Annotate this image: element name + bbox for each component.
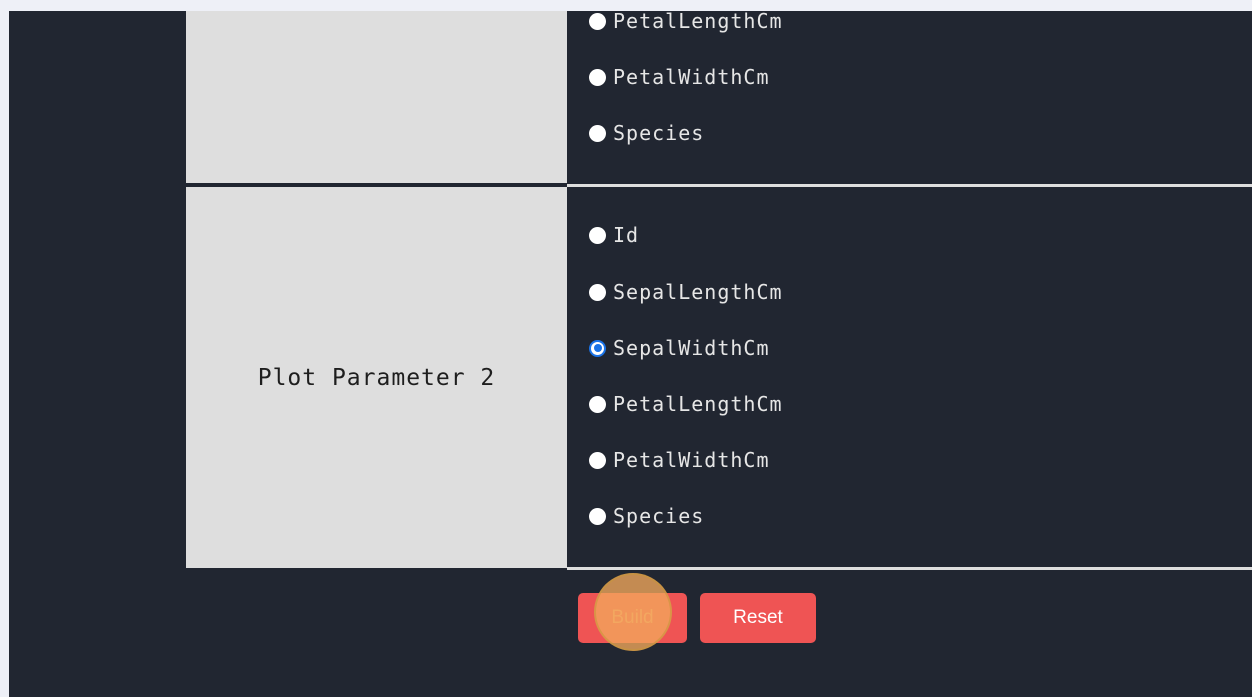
radio-button[interactable] [589, 451, 606, 469]
app-container: PetalLengthCm PetalWidthCm Species Plot … [9, 11, 1252, 697]
param1-option-petalwidthcm[interactable]: PetalWidthCm [589, 67, 770, 87]
radio-button[interactable] [589, 68, 606, 86]
radio-button[interactable] [589, 226, 606, 244]
reset-button[interactable]: Reset [700, 593, 816, 643]
build-button[interactable]: Build [578, 593, 687, 643]
option-label: PetalLengthCm [613, 11, 783, 33]
row-divider-dark [186, 183, 567, 186]
plot-parameter-1-options: PetalLengthCm PetalWidthCm Species [567, 11, 1252, 184]
option-label: Species [613, 121, 705, 145]
radio-button[interactable] [589, 395, 606, 413]
option-label: PetalWidthCm [613, 65, 770, 89]
plot-parameter-2-label: Plot Parameter 2 [186, 187, 567, 568]
param2-option-sepalwidthcm[interactable]: SepalWidthCm [589, 338, 770, 358]
plot-parameter-1-label-cell [186, 11, 567, 184]
param2-option-petalwidthcm[interactable]: PetalWidthCm [589, 450, 770, 470]
radio-button[interactable] [589, 124, 606, 142]
param2-option-species[interactable]: Species [589, 506, 704, 526]
radio-button[interactable] [589, 507, 606, 525]
plot-parameter-1-row: PetalLengthCm PetalWidthCm Species [186, 11, 1252, 184]
param2-option-id[interactable]: Id [589, 225, 639, 245]
plot-parameter-2-row: Plot Parameter 2 Id SepalLengthCm SepalW… [186, 187, 1252, 568]
param1-option-species[interactable]: Species [589, 123, 704, 143]
option-label: Id [613, 223, 640, 247]
radio-button-selected[interactable] [589, 339, 606, 357]
param2-option-petallengthcm[interactable]: PetalLengthCm [589, 394, 783, 414]
param2-option-sepallengthcm[interactable]: SepalLengthCm [589, 282, 783, 302]
param1-option-petallengthcm[interactable]: PetalLengthCm [589, 11, 783, 31]
option-label: SepalLengthCm [613, 280, 783, 304]
row-divider-bottom [567, 567, 1252, 570]
radio-button[interactable] [589, 283, 606, 301]
option-label: Species [613, 504, 705, 528]
radio-button[interactable] [589, 12, 606, 30]
option-label: SepalWidthCm [613, 336, 770, 360]
option-label: PetalWidthCm [613, 448, 770, 472]
option-label: PetalLengthCm [613, 392, 783, 416]
plot-parameter-2-options: Id SepalLengthCm SepalWidthCm PetalLengt… [567, 187, 1252, 568]
